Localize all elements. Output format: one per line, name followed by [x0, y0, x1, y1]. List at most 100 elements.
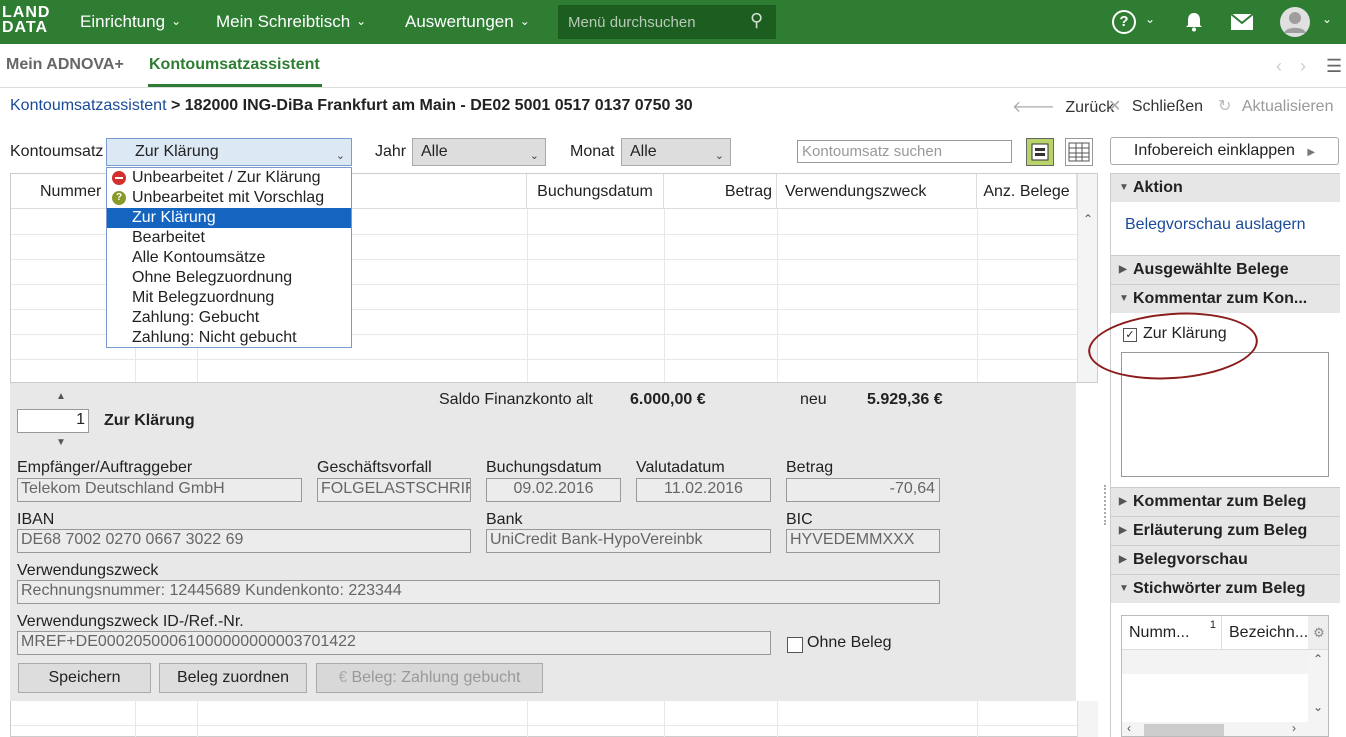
nav-label: Mein Schreibtisch [216, 12, 351, 31]
bic-field[interactable]: HYVEDEMMXXX [786, 529, 940, 553]
section-aktion[interactable]: ▼ Aktion [1111, 173, 1340, 202]
scroll-up-icon[interactable]: ⌃ [1313, 652, 1323, 666]
table-row[interactable] [1122, 650, 1308, 674]
buchungsdatum-field[interactable]: 09.02.2016 [486, 478, 621, 502]
top-navigation-bar: LAND DATA Einrichtung ⌄ Mein Schreibtisch… [0, 0, 1346, 44]
col-verwendungszweck[interactable]: Verwendungszweck [777, 174, 977, 209]
col-nummer[interactable]: Numm... 1 [1122, 616, 1222, 650]
section-title: Stichwörter zum Beleg [1133, 580, 1306, 597]
chevron-left-icon[interactable]: ‹ [1276, 56, 1282, 77]
scroll-down-icon[interactable]: ⌄ [1313, 700, 1323, 714]
user-avatar-icon[interactable] [1279, 6, 1311, 38]
col-divider [527, 209, 528, 382]
assign-beleg-button[interactable]: Beleg zuordnen [159, 663, 307, 693]
red-minus-icon [112, 171, 126, 185]
nav-label: Auswertungen [405, 12, 514, 31]
nav-auswertungen[interactable]: Auswertungen ⌄ [405, 12, 530, 32]
betrag-field[interactable]: -70,64 [786, 478, 940, 502]
olive-question-icon: ? [112, 191, 126, 205]
col-buchungsdatum[interactable]: Buchungsdatum [527, 174, 664, 209]
scroll-right-icon[interactable]: › [1292, 721, 1296, 735]
option-ohne-belegzuordnung[interactable]: Ohne Belegzuordnung [107, 268, 351, 288]
back-button[interactable]: 🡐 Zurück [1012, 96, 1114, 117]
scroll-left-icon[interactable]: ‹ [1127, 721, 1131, 735]
jahr-select[interactable]: Alle ⌄ [412, 138, 546, 166]
section-ausgewaehlte-belege[interactable]: ▶ Ausgewählte Belege [1111, 255, 1340, 284]
section-stichwoerter-zum-beleg[interactable]: ▼ Stichwörter zum Beleg [1111, 574, 1340, 603]
bell-icon[interactable] [1185, 12, 1203, 32]
search-icon[interactable]: ⚲ [750, 10, 763, 31]
scroll-thumb[interactable] [1144, 724, 1224, 736]
betrag-label: Betrag [786, 459, 834, 476]
verwendungszweck-id-field[interactable]: MREF+DE00020500061000000000003701422 [17, 631, 771, 655]
iban-label: IBAN [17, 511, 55, 528]
help-icon[interactable]: ? [1112, 10, 1136, 34]
verwendungszweck-field[interactable]: Rechnungsnummer: 12445689 Kundenkonto: 2… [17, 580, 940, 604]
valutadatum-field[interactable]: 11.02.2016 [636, 478, 771, 502]
table-view-button[interactable] [1065, 138, 1093, 166]
chevron-down-icon[interactable]: ⌄ [1145, 12, 1155, 26]
option-zahlung-gebucht[interactable]: Zahlung: Gebucht [107, 308, 351, 328]
iban-field[interactable]: DE68 7002 0270 0667 3022 69 [17, 529, 471, 553]
payment-icon: € [338, 669, 348, 686]
option-alle-kontoumsaetze[interactable]: Alle Kontoumsätze [107, 248, 351, 268]
chevron-right-icon[interactable]: › [1300, 56, 1306, 77]
active-tab-indicator [148, 84, 322, 87]
col-divider [777, 209, 778, 382]
panel-splitter[interactable] [1104, 485, 1106, 525]
section-erlaeuterung-zum-beleg[interactable]: ▶ Erläuterung zum Beleg [1111, 516, 1340, 545]
monat-select[interactable]: Alle ⌄ [621, 138, 731, 166]
tab-bar: Mein ADNOVA+ Kontoumsatzassistent ‹ › ☰ [0, 44, 1346, 88]
triangle-right-icon: ▶ [1307, 147, 1316, 158]
detail-view-button[interactable] [1026, 138, 1054, 166]
chevron-down-icon: ⌄ [171, 14, 182, 28]
table-view-icon [1068, 142, 1090, 162]
section-kommentar-zum-beleg[interactable]: ▶ Kommentar zum Beleg [1111, 487, 1340, 516]
col-anz-belege[interactable]: Anz. Belege [977, 174, 1077, 209]
empfaenger-field[interactable]: Telekom Deutschland GmbH [17, 478, 302, 502]
belegvorschau-auslagern-link[interactable]: Belegvorschau auslagern [1125, 216, 1306, 234]
refresh-button[interactable]: ↻ Aktualisieren [1218, 96, 1333, 116]
record-number-input[interactable]: 1 [17, 409, 89, 433]
section-belegvorschau[interactable]: ▶ Belegvorschau [1111, 545, 1340, 574]
tab-kontoumsatzassistent[interactable]: Kontoumsatzassistent [149, 56, 320, 74]
close-button[interactable]: ✕ Schließen [1108, 96, 1203, 116]
hamburger-menu-icon[interactable]: ☰ [1326, 56, 1342, 77]
option-label: Unbearbeitet / Zur Klärung [132, 169, 321, 186]
mail-icon[interactable] [1231, 14, 1253, 30]
option-bearbeitet[interactable]: Bearbeitet [107, 228, 351, 248]
scroll-up-icon[interactable]: ⌃ [1083, 212, 1093, 226]
option-zur-klaerung[interactable]: Zur Klärung [107, 208, 351, 228]
bank-field[interactable]: UniCredit Bank-HypoVereinbk [486, 529, 771, 553]
col-betrag[interactable]: Betrag [664, 174, 777, 209]
breadcrumb-link[interactable]: Kontoumsatzassistent [10, 97, 167, 114]
chevron-down-icon[interactable]: ⌄ [1322, 12, 1332, 26]
geschaeftsvorfall-field[interactable]: FOLGELASTSCHRIF [317, 478, 471, 502]
record-up-icon[interactable]: ▲ [56, 391, 66, 402]
horizontal-scrollbar[interactable]: ‹ › [1122, 721, 1328, 736]
kontoumsatz-search-input[interactable] [797, 140, 1012, 163]
ohne-beleg-checkbox[interactable] [787, 637, 803, 653]
gear-icon[interactable]: ⚙ [1308, 616, 1328, 650]
infobereich-einklappen-button[interactable]: Infobereich einklappen ▶ [1110, 137, 1339, 165]
table-scrollbar[interactable]: ⌃ ⌄ [1308, 650, 1328, 722]
option-zahlung-nicht-gebucht[interactable]: Zahlung: Nicht gebucht [107, 328, 351, 348]
verwendungszweck-label: Verwendungszweck [17, 562, 159, 579]
grid-scrollbar[interactable] [1077, 701, 1098, 737]
option-unbearbeitet-mit-vorschlag[interactable]: ? Unbearbeitet mit Vorschlag [107, 188, 351, 208]
section-kommentar-zum-kontoumsatz[interactable]: ▼ Kommentar zum Kon... [1111, 284, 1340, 313]
option-unbearbeitet-zur-klaerung[interactable]: Unbearbeitet / Zur Klärung [107, 168, 351, 188]
save-button[interactable]: Speichern [18, 663, 151, 693]
nav-mein-schreibtisch[interactable]: Mein Schreibtisch ⌄ [216, 12, 366, 32]
menu-search-input[interactable] [558, 5, 776, 39]
refresh-label: Aktualisieren [1241, 98, 1334, 115]
kontoumsatz-select[interactable]: Zur Klärung ⌄ [106, 138, 352, 166]
landdata-logo[interactable]: LAND DATA [0, 5, 54, 39]
record-down-icon[interactable]: ▼ [56, 437, 66, 448]
bank-label: Bank [486, 511, 523, 528]
beleg-zahlung-gebucht-button[interactable]: € Beleg: Zahlung gebucht [316, 663, 543, 693]
col-bezeichnung[interactable]: Bezeichn... [1222, 616, 1308, 650]
nav-einrichtung[interactable]: Einrichtung ⌄ [80, 12, 181, 32]
tab-mein-adnova[interactable]: Mein ADNOVA+ [6, 56, 124, 74]
option-mit-belegzuordnung[interactable]: Mit Belegzuordnung [107, 288, 351, 308]
